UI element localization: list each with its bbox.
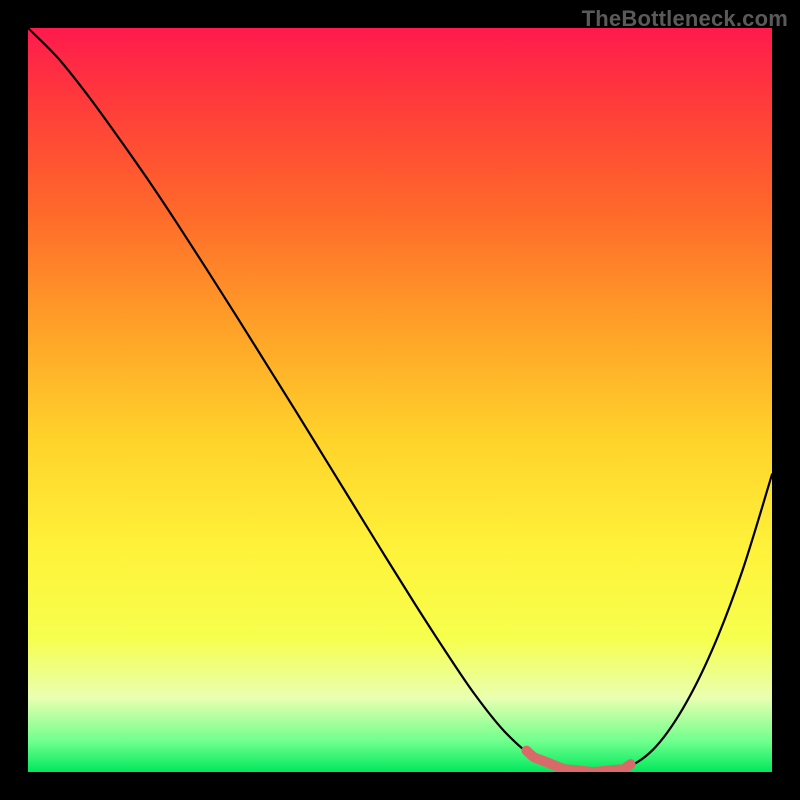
watermark-text: TheBottleneck.com <box>582 6 788 32</box>
bottleneck-curve-path <box>28 28 772 772</box>
plot-area <box>28 28 772 772</box>
curve-svg <box>28 28 772 772</box>
chart-frame: TheBottleneck.com <box>0 0 800 800</box>
bottleneck-highlight-path <box>526 751 630 772</box>
